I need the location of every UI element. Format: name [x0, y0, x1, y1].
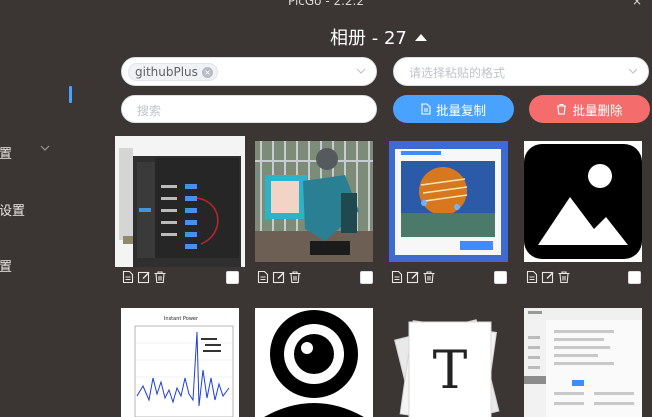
- album-title[interactable]: 相册 - 27: [330, 24, 427, 50]
- gallery-image-1[interactable]: [115, 136, 245, 267]
- line-chart-screenshot-thumb: Instant Power: [121, 308, 239, 417]
- webcam-icon: [255, 308, 373, 417]
- chevron-down-icon[interactable]: [628, 66, 638, 76]
- gallery-image-4[interactable]: [524, 141, 642, 262]
- item-actions-4: [525, 270, 571, 284]
- edit-icon[interactable]: [137, 270, 151, 284]
- typora-t-glyph: T: [433, 341, 468, 401]
- sidebar-item-picgo-settings[interactable]: 设置: [0, 200, 25, 219]
- settings-window-screenshot-thumb: [524, 308, 642, 417]
- paste-format-placeholder: 请选择粘贴的格式: [409, 66, 506, 80]
- paste-format-select[interactable]: 请选择粘贴的格式: [393, 57, 649, 86]
- edit-icon[interactable]: [272, 270, 286, 284]
- pic-bed-select[interactable]: githubPlus ×: [121, 57, 377, 86]
- select-checkbox-3[interactable]: [494, 271, 507, 284]
- gallery-image-7[interactable]: T: [389, 308, 507, 417]
- sidebar-item-plugin-settings[interactable]: 置: [0, 256, 12, 275]
- select-checkbox-4[interactable]: [628, 271, 641, 284]
- chevron-down-icon[interactable]: [40, 143, 50, 153]
- gallery-image-6[interactable]: [255, 308, 373, 417]
- search-placeholder: 搜索: [137, 104, 162, 118]
- document-icon[interactable]: [390, 270, 404, 284]
- gallery-image-5[interactable]: Instant Power: [121, 308, 239, 417]
- item-actions-2: [256, 270, 302, 284]
- document-icon[interactable]: [256, 270, 270, 284]
- trash-icon[interactable]: [422, 270, 436, 284]
- close-icon[interactable]: ×: [632, 0, 642, 8]
- chart-thumb-title: Instant Power: [164, 316, 199, 322]
- trash-icon[interactable]: [288, 270, 302, 284]
- document-icon: [421, 103, 431, 115]
- search-input[interactable]: 搜索: [121, 95, 377, 123]
- batch-delete-label: 批量删除: [572, 102, 623, 118]
- trash-icon[interactable]: [557, 270, 571, 284]
- edit-icon[interactable]: [406, 270, 420, 284]
- gallery-image-8[interactable]: [524, 308, 642, 417]
- delivery-rider-photo-thumb: [255, 141, 373, 262]
- batch-copy-label: 批量复制: [435, 102, 486, 118]
- chevron-down-icon[interactable]: [356, 66, 366, 76]
- document-icon[interactable]: [121, 270, 135, 284]
- document-icon[interactable]: [525, 270, 539, 284]
- select-checkbox-1[interactable]: [226, 271, 239, 284]
- typora-icon: T: [394, 319, 500, 417]
- phone-app-screenshot-thumb: [389, 141, 508, 262]
- pic-bed-tag-label: githubPlus: [135, 65, 198, 79]
- gallery-image-2[interactable]: [255, 141, 373, 262]
- album-title-text: 相册 - 27: [330, 28, 407, 49]
- sidebar-item-pic-bed-settings[interactable]: 置: [0, 143, 12, 162]
- window-title: PicGo - 2.2.2: [287, 0, 365, 8]
- item-actions-3: [390, 270, 436, 284]
- tag-close-icon[interactable]: ×: [201, 66, 213, 78]
- image-placeholder-icon: [524, 144, 642, 259]
- batch-delete-button[interactable]: 批量删除: [529, 95, 650, 123]
- trash-icon[interactable]: [153, 270, 167, 284]
- sidebar-active-indicator: [69, 86, 72, 103]
- caret-up-icon[interactable]: [414, 33, 427, 41]
- select-checkbox-2[interactable]: [360, 271, 373, 284]
- pic-bed-tag: githubPlus ×: [128, 63, 218, 81]
- settings-screenshot-thumb: [115, 136, 245, 267]
- gallery-image-3[interactable]: [389, 141, 508, 262]
- edit-icon[interactable]: [541, 270, 555, 284]
- batch-copy-button[interactable]: 批量复制: [393, 95, 514, 123]
- trash-icon: [557, 103, 567, 115]
- item-actions-1: [121, 270, 167, 284]
